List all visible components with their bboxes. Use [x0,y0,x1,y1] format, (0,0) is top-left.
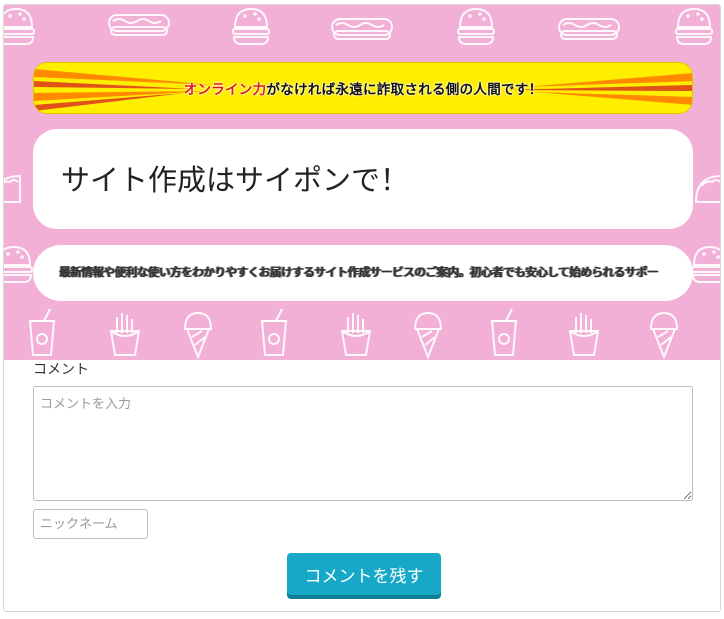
comment-label: コメント [33,362,89,378]
banner-highlight: オンライン力 [183,82,267,98]
page-description: 最新情報や便利な使い方をわかりやすくお届けするサイト作成サービスのご案内。初心者… [59,265,659,279]
article-card: オンライン力がなければ永遠に詐取される側の人間です！ サイト作成はサイポンで！ … [3,4,721,612]
comment-textarea[interactable] [33,386,693,501]
catchphrase-banner: オンライン力がなければ永遠に詐取される側の人間です！ [33,62,693,114]
title-bubble: サイト作成はサイポンで！ [33,129,693,229]
header-area: オンライン力がなければ永遠に詐取される側の人間です！ サイト作成はサイポンで！ … [4,5,720,360]
banner-text: オンライン力がなければ永遠に詐取される側の人間です！ [184,78,543,98]
description-bubble: 最新情報や便利な使い方をわかりやすくお届けするサイト作成サービスのご案内。初心者… [33,245,693,301]
banner-message: がなければ永遠に詐取される側の人間です！ [266,82,543,98]
page-title: サイト作成はサイポンで！ [61,163,410,197]
nickname-input[interactable] [33,509,148,539]
submit-comment-button[interactable]: コメントを残す [287,553,441,595]
